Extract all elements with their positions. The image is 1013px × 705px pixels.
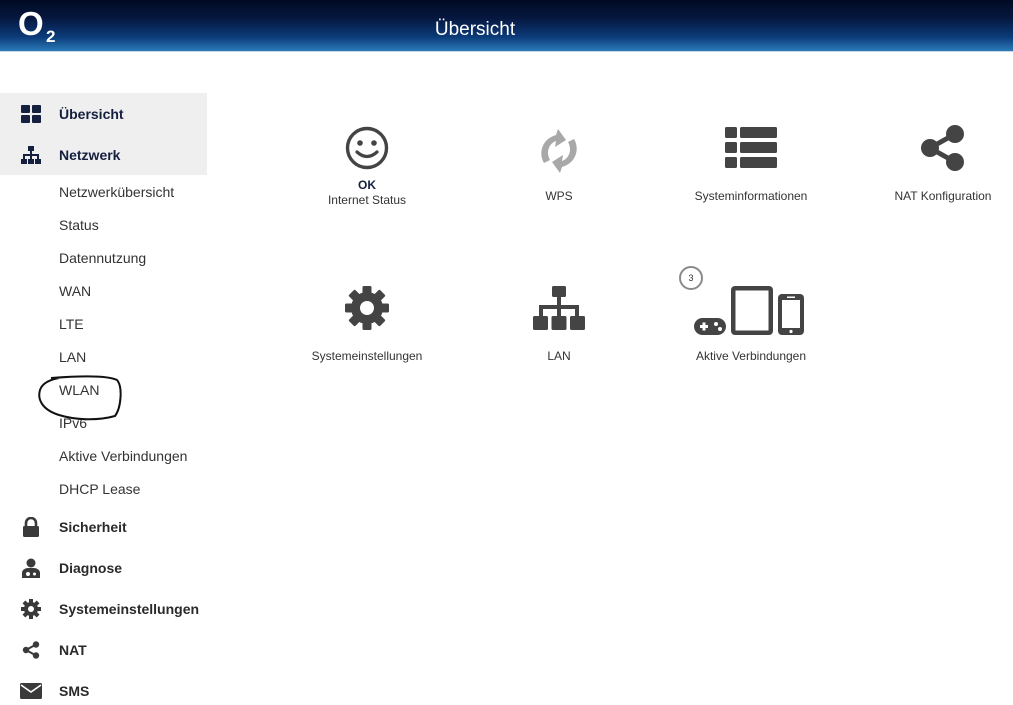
tile-wps[interactable]: WPS [464, 121, 654, 204]
sidebar-item-uebersicht[interactable]: Übersicht [0, 93, 207, 134]
submenu-lte[interactable]: LTE [0, 308, 207, 341]
sidebar-item-diagnose[interactable]: Diagnose [0, 547, 207, 588]
sidebar-item-label: Sicherheit [59, 518, 127, 535]
tile-aktive-verbindungen[interactable]: Aktive Verbindungen [656, 278, 846, 364]
sidebar-item-sms[interactable]: SMS [0, 670, 207, 705]
gear-icon [20, 598, 42, 620]
tile-label: Systemeinstellungen [311, 349, 423, 363]
lock-icon [20, 516, 42, 538]
sidebar-item-label: Diagnose [59, 559, 123, 576]
submenu-wan[interactable]: WAN [0, 275, 207, 308]
wps-icon [464, 121, 654, 181]
network-icon [20, 144, 42, 166]
sidebar-item-netzwerk[interactable]: Netzwerk [0, 134, 207, 175]
internet-status-value: OK [358, 178, 376, 192]
submenu-datennutzung[interactable]: Datennutzung [0, 242, 207, 275]
submenu-netzwerkuebersicht[interactable]: Netzwerkübersicht [0, 176, 207, 209]
share-icon [848, 118, 1013, 178]
tile-systemeinstellungen[interactable]: Systemeinstellungen [272, 278, 462, 364]
sidebar-item-label: Netzwerk [59, 146, 121, 163]
tile-label: WPS [545, 189, 573, 203]
network-submenu: Netzwerkübersicht Status Datennutzung WA… [0, 176, 207, 506]
submenu-aktive-verbindungen[interactable]: Aktive Verbindungen [0, 440, 207, 473]
sidebar-item-nat[interactable]: NAT [0, 629, 207, 670]
sidebar-item-label: Systemeinstellungen [59, 600, 200, 617]
connection-count-badge: 3 [679, 266, 703, 290]
smiley-icon [272, 118, 462, 178]
submenu-ipv6[interactable]: IPv6 [0, 407, 207, 440]
list-icon [656, 118, 846, 178]
sidebar-item-sicherheit[interactable]: Sicherheit [0, 506, 207, 547]
sidebar-item-label: Übersicht [59, 105, 124, 122]
tile-nat-konfiguration[interactable]: NAT Konfiguration [848, 118, 1013, 204]
tile-label: LAN [547, 349, 571, 363]
tile-label: Internet Status [327, 193, 407, 207]
dashboard-icon [20, 103, 42, 125]
tile-internet-status[interactable]: OK Internet Status [272, 118, 462, 208]
tile-systeminformationen[interactable]: Systeminformationen [656, 118, 846, 204]
submenu-status[interactable]: Status [0, 209, 207, 242]
page-title: Übersicht [434, 19, 516, 40]
tile-label: NAT Konfiguration [894, 189, 992, 203]
header-bar: O 2 Übersicht [0, 0, 1013, 52]
tile-label: Systeminformationen [694, 189, 808, 203]
sidebar-item-label: SMS [59, 682, 90, 699]
tile-label: Aktive Verbindungen [695, 349, 807, 363]
tile-lan[interactable]: LAN [464, 278, 654, 364]
submenu-lan[interactable]: LAN [0, 341, 207, 374]
share-icon [20, 639, 42, 661]
sidebar-item-label: NAT [59, 641, 87, 658]
submenu-dhcp-lease[interactable]: DHCP Lease [0, 473, 207, 506]
sidebar: Übersicht Netzwerk Netzwerkübersicht Sta… [0, 93, 207, 705]
sidebar-item-systemeinstellungen[interactable]: Systemeinstellungen [0, 588, 207, 629]
submenu-wlan[interactable]: WLAN [0, 374, 207, 407]
network-icon [464, 278, 654, 338]
envelope-icon [20, 680, 42, 702]
doctor-icon [20, 557, 42, 579]
gear-icon [272, 278, 462, 338]
